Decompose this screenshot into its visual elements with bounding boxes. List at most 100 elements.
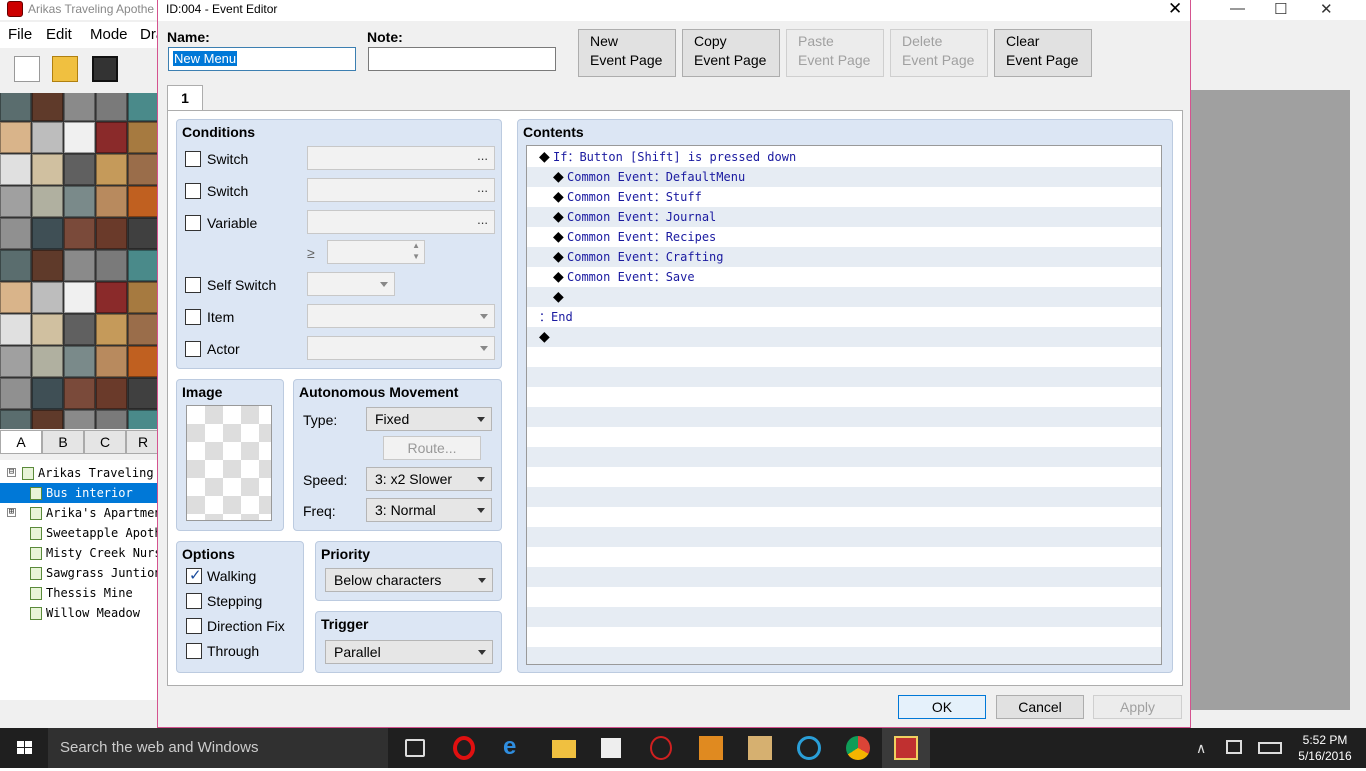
tile[interactable]: [0, 282, 31, 313]
tile[interactable]: [0, 93, 31, 121]
event-command-row[interactable]: ◆: [527, 287, 1161, 307]
tile[interactable]: [64, 93, 95, 121]
cancel-button[interactable]: Cancel: [996, 695, 1084, 719]
event-command-row[interactable]: [527, 347, 1161, 367]
tile[interactable]: [32, 378, 63, 409]
priority-dropdown[interactable]: Below characters: [325, 568, 493, 592]
tile[interactable]: [64, 122, 95, 153]
tileset-tab-b[interactable]: B: [42, 430, 84, 454]
event-command-row[interactable]: [527, 427, 1161, 447]
event-command-row[interactable]: [527, 487, 1161, 507]
switch2-checkbox[interactable]: [185, 183, 201, 199]
event-command-row[interactable]: ◆: [527, 327, 1161, 347]
vertical-scrollbar[interactable]: [1350, 40, 1366, 728]
tile[interactable]: [128, 154, 158, 185]
script-app-icon[interactable]: [748, 736, 772, 760]
map-canvas-area[interactable]: [1190, 90, 1350, 710]
tile[interactable]: [96, 410, 127, 429]
tile[interactable]: [0, 314, 31, 345]
save-icon[interactable]: [92, 56, 118, 82]
tile[interactable]: [64, 250, 95, 281]
movement-type-dropdown[interactable]: Fixed: [366, 407, 492, 431]
item-checkbox[interactable]: [185, 309, 201, 325]
tile[interactable]: [96, 378, 127, 409]
variable-value-spinner[interactable]: ▲ ▼: [327, 240, 425, 264]
tile[interactable]: [0, 346, 31, 377]
store-icon[interactable]: [601, 738, 621, 758]
tile[interactable]: [96, 218, 127, 249]
tile[interactable]: [128, 93, 158, 121]
tile[interactable]: [128, 122, 158, 153]
taskbar-clock[interactable]: 5:52 PM 5/16/2016: [1290, 732, 1360, 764]
new-file-icon[interactable]: [14, 56, 40, 82]
event-command-row[interactable]: [527, 587, 1161, 607]
tile[interactable]: [128, 218, 158, 249]
tile[interactable]: [64, 218, 95, 249]
tile[interactable]: [96, 154, 127, 185]
map-tree-item[interactable]: Sawgrass Juntion: [0, 563, 158, 583]
tile[interactable]: [128, 378, 158, 409]
tile[interactable]: [0, 218, 31, 249]
tile[interactable]: [96, 314, 127, 345]
variable-checkbox[interactable]: [185, 215, 201, 231]
event-command-row[interactable]: [527, 567, 1161, 587]
event-command-row[interactable]: [527, 447, 1161, 467]
tileset-tab-a[interactable]: A: [0, 430, 42, 454]
self-switch-checkbox[interactable]: [185, 277, 201, 293]
close-icon[interactable]: ✕: [1320, 0, 1333, 18]
ok-button[interactable]: OK: [898, 695, 986, 719]
paste-event-page-button[interactable]: Paste Event Page: [786, 29, 884, 77]
switch2-selector[interactable]: ...: [307, 178, 495, 202]
stepping-checkbox[interactable]: [186, 593, 202, 609]
tile[interactable]: [32, 186, 63, 217]
note-input[interactable]: [368, 47, 556, 71]
tile[interactable]: [96, 346, 127, 377]
tile[interactable]: [32, 154, 63, 185]
route-button[interactable]: Route...: [383, 436, 481, 460]
tile[interactable]: [96, 282, 127, 313]
event-command-row[interactable]: ：End: [527, 307, 1161, 327]
event-command-row[interactable]: ◆ Common Event：Save: [527, 267, 1161, 287]
event-command-row[interactable]: [527, 607, 1161, 627]
menu-edit[interactable]: Edit: [46, 26, 72, 43]
file-explorer-icon[interactable]: [552, 740, 576, 758]
spinner-down-icon[interactable]: ▼: [412, 252, 420, 261]
open-folder-icon[interactable]: [52, 56, 78, 82]
messenger-app-icon[interactable]: [797, 736, 821, 760]
tile[interactable]: [32, 122, 63, 153]
tile[interactable]: [96, 122, 127, 153]
event-command-row[interactable]: ◆ If：Button [Shift] is pressed down: [527, 147, 1161, 167]
tile[interactable]: [128, 314, 158, 345]
event-command-row[interactable]: ◆ Common Event：Stuff: [527, 187, 1161, 207]
actor-dropdown[interactable]: [307, 336, 495, 360]
self-switch-dropdown[interactable]: [307, 272, 395, 296]
trigger-dropdown[interactable]: Parallel: [325, 640, 493, 664]
apply-button[interactable]: Apply: [1093, 695, 1182, 719]
tile[interactable]: [32, 218, 63, 249]
edge-icon[interactable]: e: [503, 735, 527, 760]
map-tree-item[interactable]: Misty Creek Nurs: [0, 543, 158, 563]
map-tree-item[interactable]: Willow Meadow: [0, 603, 158, 623]
tileset-palette[interactable]: [0, 93, 158, 429]
tileset-tab-c[interactable]: C: [84, 430, 126, 454]
delete-event-page-button[interactable]: Delete Event Page: [890, 29, 988, 77]
game-app-icon[interactable]: [650, 736, 672, 760]
event-command-row[interactable]: [527, 367, 1161, 387]
tile[interactable]: [32, 314, 63, 345]
start-button[interactable]: [0, 728, 48, 768]
clear-event-page-button[interactable]: Clear Event Page: [994, 29, 1092, 77]
new-event-page-button[interactable]: New Event Page: [578, 29, 676, 77]
action-center-icon[interactable]: [1226, 740, 1242, 754]
chevron-up-icon[interactable]: ∧: [1196, 740, 1206, 757]
office-app-icon[interactable]: [699, 736, 723, 760]
event-command-row[interactable]: [527, 527, 1161, 547]
event-command-row[interactable]: ◆ Common Event：Journal: [527, 207, 1161, 227]
tile[interactable]: [0, 122, 31, 153]
menu-mode[interactable]: Mode: [90, 26, 128, 43]
event-command-row[interactable]: [527, 467, 1161, 487]
tile[interactable]: [0, 186, 31, 217]
tile[interactable]: [64, 346, 95, 377]
tile[interactable]: [64, 410, 95, 429]
event-command-row[interactable]: [527, 407, 1161, 427]
copy-event-page-button[interactable]: Copy Event Page: [682, 29, 780, 77]
